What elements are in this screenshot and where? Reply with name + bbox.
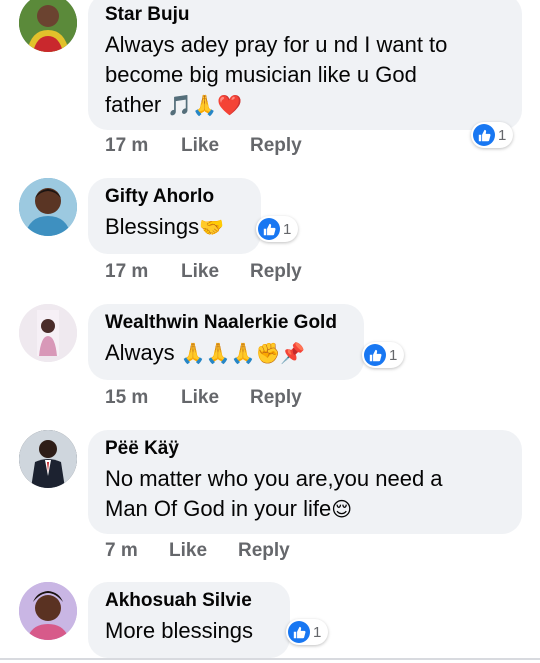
reply-link[interactable]: Reply <box>250 261 302 283</box>
comment-text: More blessings <box>105 618 253 643</box>
reaction-count: 1 <box>498 126 507 144</box>
avatar[interactable] <box>19 430 77 488</box>
like-thumb-icon <box>473 124 495 146</box>
comment-text: Always adey pray for u nd I want to beco… <box>105 32 448 117</box>
comment-time[interactable]: 7 m <box>105 540 138 562</box>
like-link[interactable]: Like <box>181 261 219 283</box>
like-link[interactable]: Like <box>169 540 207 562</box>
bottom-divider <box>0 658 540 660</box>
like-link[interactable]: Like <box>181 135 219 157</box>
comment-time[interactable]: 17 m <box>105 135 148 157</box>
reaction-count: 1 <box>389 346 398 364</box>
reaction-badge[interactable]: 1 <box>286 619 329 645</box>
comment-bubble: Gifty Ahorlo Blessings🤝 <box>88 178 261 254</box>
comment-text: Blessings🤝 <box>105 214 225 239</box>
comment-bubble: Pëë Käÿ No matter who you are,you need a… <box>88 430 522 534</box>
comment-emoji: 😌 <box>331 497 353 521</box>
reaction-badge[interactable]: 1 <box>362 342 405 368</box>
comment-bubble: Akhosuah Silvie More blessings <box>88 582 290 658</box>
reaction-count: 1 <box>313 623 322 641</box>
commenter-name[interactable]: Star Buju <box>105 4 506 26</box>
comment-time[interactable]: 17 m <box>105 261 148 283</box>
comment-bubble: Wealthwin Naalerkie Gold Always 🙏🙏🙏✊📌 <box>88 304 364 380</box>
avatar[interactable] <box>19 582 77 640</box>
avatar[interactable] <box>19 178 77 236</box>
reply-link[interactable]: Reply <box>238 540 290 562</box>
reply-link[interactable]: Reply <box>250 135 302 157</box>
comment-text: Always 🙏🙏🙏✊📌 <box>105 340 306 365</box>
reply-link[interactable]: Reply <box>250 387 302 409</box>
commenter-name[interactable]: Wealthwin Naalerkie Gold <box>105 312 348 334</box>
like-thumb-icon <box>288 621 310 643</box>
reaction-badge[interactable]: 1 <box>256 216 299 242</box>
commenter-name[interactable]: Pëë Käÿ <box>105 438 506 460</box>
comment-time[interactable]: 15 m <box>105 387 148 409</box>
comment-emoji: 🙏🙏🙏✊📌 <box>180 341 306 365</box>
like-thumb-icon <box>258 218 280 240</box>
comment-emoji: 🎵🙏❤️ <box>167 93 243 117</box>
reaction-count: 1 <box>283 220 292 238</box>
like-thumb-icon <box>364 344 386 366</box>
reaction-badge[interactable]: 1 <box>471 122 514 148</box>
comment-text: No matter who you are,you need a Man Of … <box>105 466 443 521</box>
comment-emoji: 🤝 <box>199 215 225 239</box>
avatar[interactable] <box>19 0 77 52</box>
commenter-name[interactable]: Gifty Ahorlo <box>105 186 245 208</box>
like-link[interactable]: Like <box>181 387 219 409</box>
avatar[interactable] <box>19 304 77 362</box>
comment-bubble: Star Buju Always adey pray for u nd I wa… <box>88 0 522 130</box>
commenter-name[interactable]: Akhosuah Silvie <box>105 590 274 612</box>
